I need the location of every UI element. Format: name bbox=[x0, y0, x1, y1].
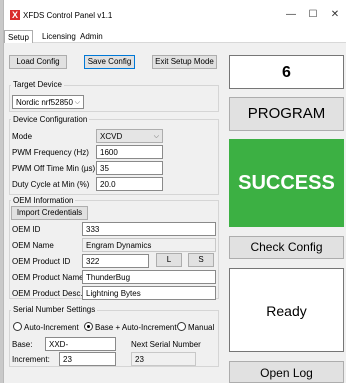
mode-label: Mode bbox=[12, 132, 33, 141]
mode-select[interactable]: XCVD ⌵ bbox=[96, 129, 163, 143]
oem-id-label: OEM ID bbox=[12, 225, 41, 234]
serial-settings-label: Serial Number Settings bbox=[11, 305, 98, 314]
minimize-icon[interactable]: — bbox=[282, 8, 300, 22]
l-button[interactable]: L bbox=[156, 253, 182, 267]
radio-auto-increment-label: Auto-Increment bbox=[24, 323, 79, 332]
base-input[interactable]: XXD- bbox=[45, 337, 116, 351]
oem-id-input[interactable]: 333 bbox=[82, 222, 216, 236]
oem-name-label: OEM Name bbox=[12, 241, 54, 250]
radio-base-auto-increment-label: Base + Auto-Increment bbox=[95, 323, 177, 332]
oem-product-name-label: OEM Product Name bbox=[12, 273, 84, 282]
open-log-button[interactable]: Open Log bbox=[229, 361, 344, 383]
oem-info-label: OEM Information bbox=[11, 196, 76, 205]
tab-licensing[interactable]: Licensing bbox=[39, 30, 79, 43]
device-config-label: Device Configuration bbox=[11, 115, 90, 124]
pwm-off-time-label: PWM Off Time Min (µs) bbox=[12, 164, 96, 173]
app-logo-icon: X bbox=[10, 10, 20, 20]
pwm-frequency-label: PWM Frequency (Hz) bbox=[12, 148, 89, 157]
tab-setup[interactable]: Setup bbox=[4, 30, 33, 43]
target-device-label: Target Device bbox=[11, 80, 64, 89]
duty-cycle-input[interactable]: 20.0 bbox=[96, 177, 163, 191]
radio-dot-icon bbox=[177, 322, 186, 331]
radio-dot-selected-icon bbox=[84, 322, 93, 331]
radio-manual-label: Manual bbox=[188, 323, 215, 332]
target-device-value: Nordic nrf52850 bbox=[16, 98, 73, 107]
radio-base-auto-increment[interactable]: Base + Auto-Increment bbox=[84, 322, 177, 334]
pwm-frequency-input[interactable]: 1600 bbox=[96, 145, 163, 159]
close-icon[interactable]: ✕ bbox=[326, 8, 344, 22]
oem-product-id-label: OEM Product ID bbox=[12, 257, 71, 266]
import-credentials-button[interactable]: Import Credentials bbox=[11, 206, 88, 220]
pwm-off-time-input[interactable]: 35 bbox=[96, 161, 163, 175]
load-config-button[interactable]: Load Config bbox=[9, 55, 67, 69]
radio-auto-increment[interactable]: Auto-Increment bbox=[13, 322, 79, 334]
next-serial-label: Next Serial Number bbox=[131, 340, 201, 349]
chevron-down-icon: ⌵ bbox=[153, 133, 159, 140]
radio-manual[interactable]: Manual bbox=[177, 322, 214, 334]
chevron-down-icon: ⌵ bbox=[74, 99, 80, 106]
s-button[interactable]: S bbox=[188, 253, 214, 267]
mode-value: XCVD bbox=[100, 132, 123, 141]
base-label: Base: bbox=[12, 340, 33, 349]
count-display: 6 bbox=[229, 55, 344, 89]
maximize-icon[interactable]: ☐ bbox=[304, 8, 322, 22]
check-config-button[interactable]: Check Config bbox=[229, 236, 344, 259]
oem-product-desc-label: OEM Product Desc. bbox=[12, 289, 83, 298]
status-success-panel: SUCCESS bbox=[229, 139, 344, 227]
increment-input[interactable]: 23 bbox=[59, 352, 116, 366]
oem-product-id-input[interactable]: 322 bbox=[82, 254, 149, 268]
target-device-select[interactable]: Nordic nrf52850 ⌵ bbox=[12, 95, 84, 109]
program-button[interactable]: PROGRAM bbox=[229, 97, 344, 131]
oem-product-desc-input[interactable]: Lightning Bytes bbox=[82, 286, 216, 300]
exit-setup-button[interactable]: Exit Setup Mode bbox=[152, 55, 217, 69]
oem-product-name-input[interactable]: ThunderBug bbox=[82, 270, 216, 284]
tab-admin[interactable]: Admin bbox=[77, 30, 106, 43]
save-config-button[interactable]: Save Config bbox=[84, 55, 135, 69]
increment-label: Increment: bbox=[12, 355, 50, 364]
next-serial-value: 23 bbox=[131, 352, 196, 366]
duty-cycle-label: Duty Cycle at Min (%) bbox=[12, 180, 90, 189]
window-title: XFDS Control Panel v1.1 bbox=[23, 11, 113, 20]
oem-name-value: Engram Dynamics bbox=[82, 238, 216, 252]
radio-dot-icon bbox=[13, 322, 22, 331]
control-panel-window: X XFDS Control Panel v1.1 — ☐ ✕ Setup Li… bbox=[3, 0, 346, 383]
ready-display: Ready bbox=[229, 268, 344, 352]
